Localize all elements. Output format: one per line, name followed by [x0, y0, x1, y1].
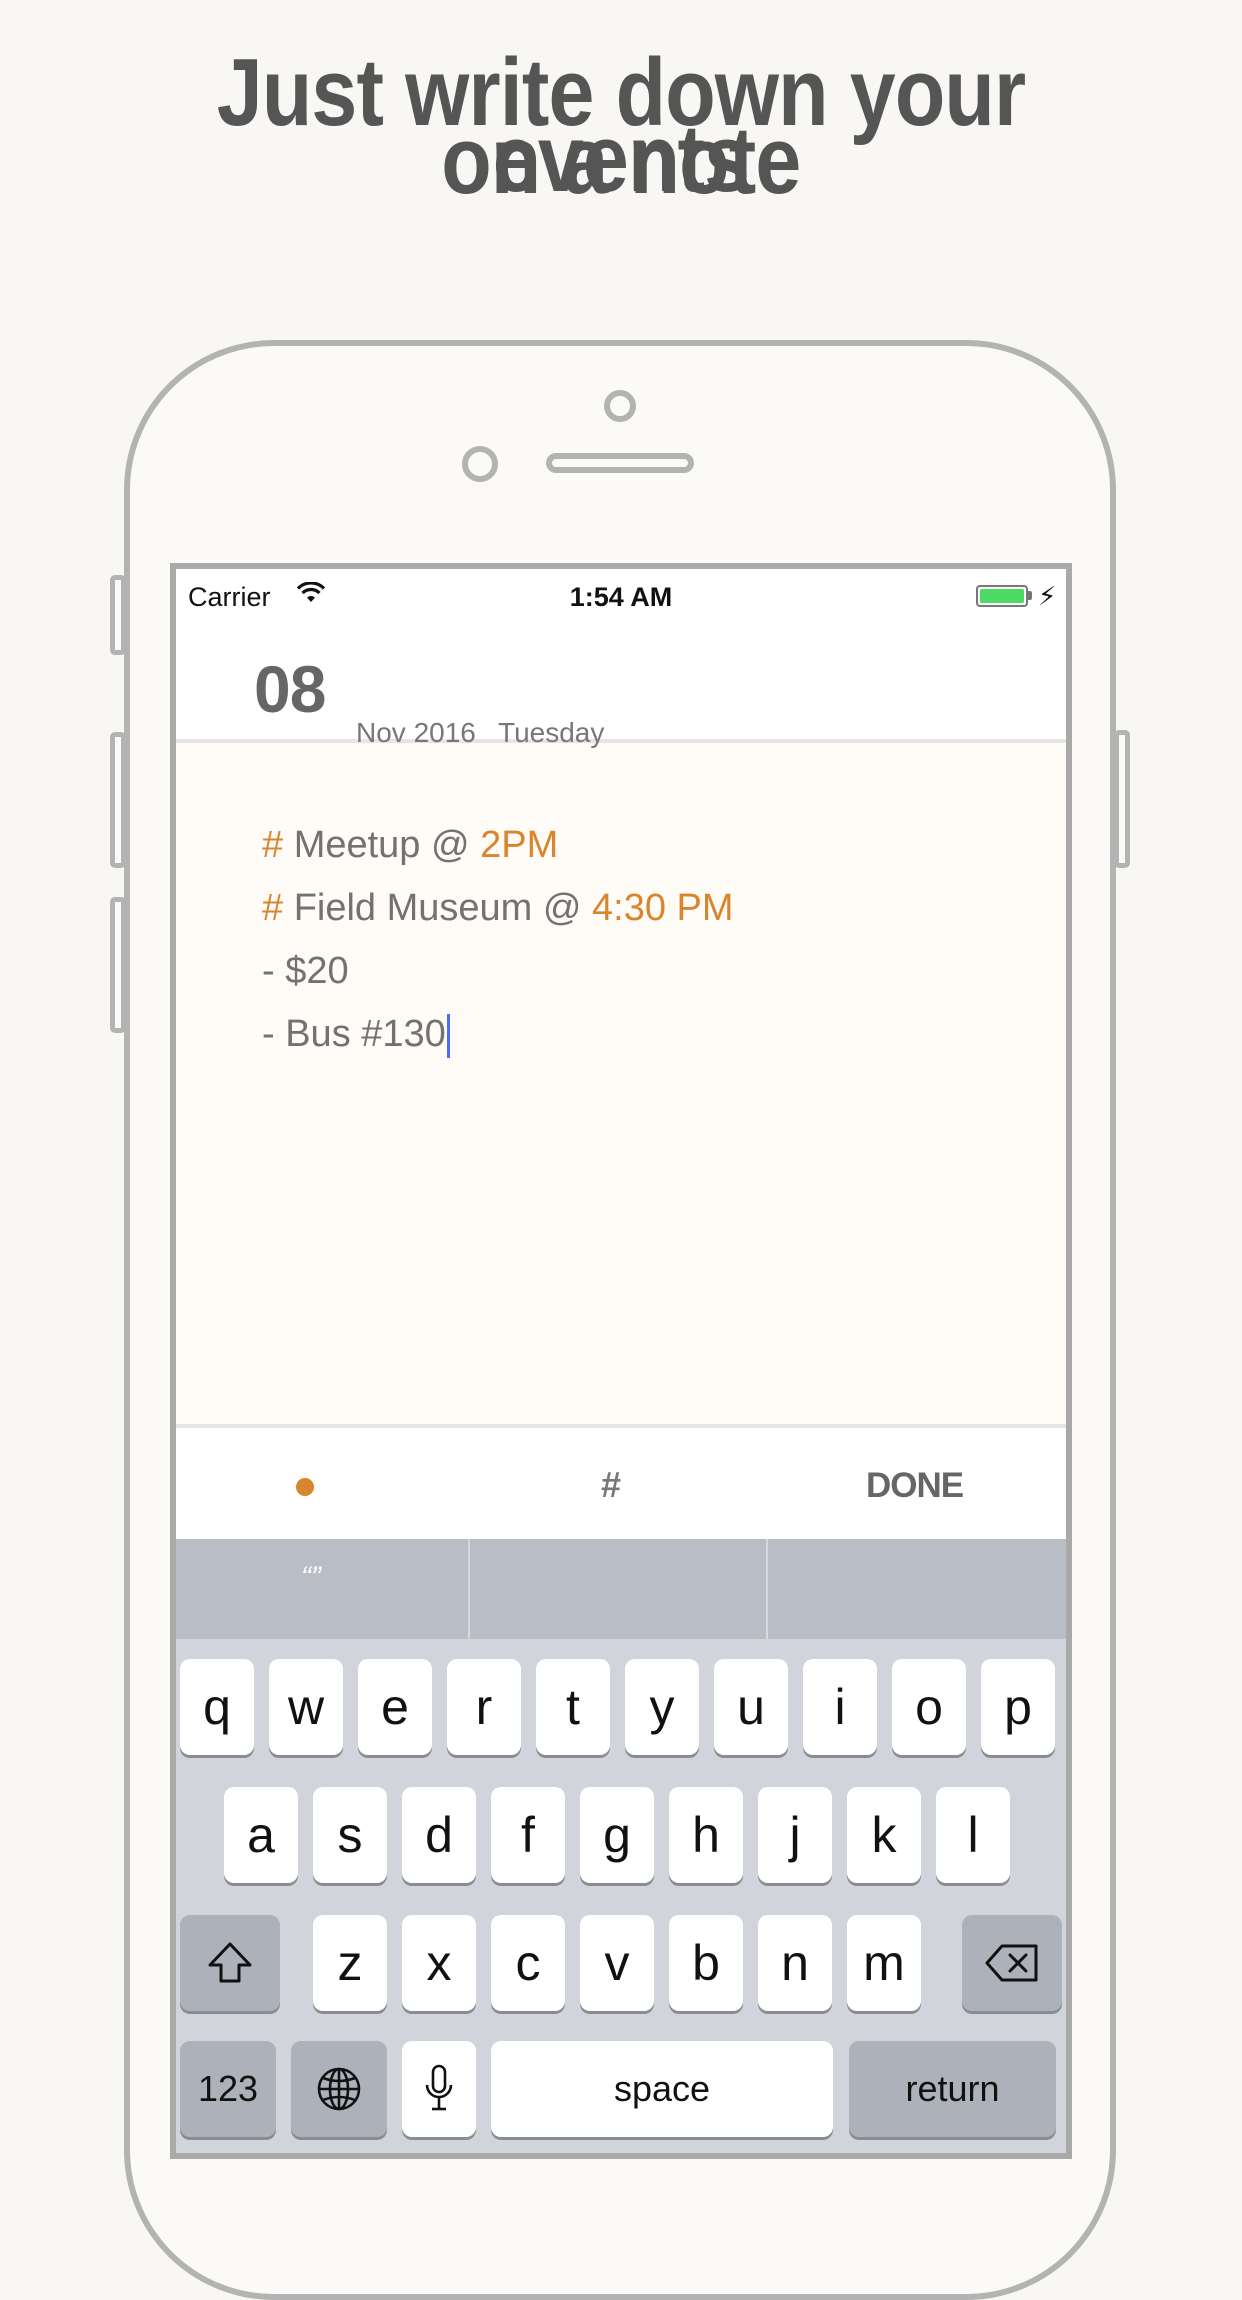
key-r[interactable]: r [447, 1659, 521, 1755]
earpiece-speaker [546, 453, 694, 473]
key-t[interactable]: t [536, 1659, 610, 1755]
event-title: Meetup @ [283, 824, 481, 866]
key-k[interactable]: k [847, 1787, 921, 1883]
event-hash: # [262, 824, 284, 866]
app-screen: Carrier 1:54 AM ⚡︎ 08 Nov 2016 Tuesday #… [170, 563, 1072, 2159]
status-bar: Carrier 1:54 AM ⚡︎ [176, 569, 1066, 612]
editor-toolbar: # DONE [176, 1424, 1066, 1543]
text-cursor [446, 1013, 450, 1058]
key-j[interactable]: j [758, 1787, 832, 1883]
proximity-sensor [462, 446, 498, 482]
battery-icon [976, 585, 1028, 607]
suggestion-cell-2[interactable] [470, 1539, 766, 1639]
key-n[interactable]: n [758, 1915, 832, 2011]
key-s[interactable]: s [313, 1787, 387, 1883]
date-day: 08 [254, 652, 326, 726]
backspace-icon [985, 1944, 1038, 1982]
key-d[interactable]: d [402, 1787, 476, 1883]
event-time: 4:30 PM [592, 887, 734, 929]
suggestion-bar: “” [176, 1539, 1066, 1639]
numbers-key[interactable]: 123 [180, 2041, 276, 2137]
globe-key[interactable] [291, 2041, 387, 2137]
side-button-power [1114, 730, 1130, 868]
globe-icon [317, 2067, 361, 2111]
front-camera [604, 390, 636, 422]
key-f[interactable]: f [491, 1787, 565, 1883]
hash-button[interactable]: # [601, 1464, 621, 1506]
side-button-mute [110, 575, 126, 655]
key-y[interactable]: y [625, 1659, 699, 1755]
key-x[interactable]: x [402, 1915, 476, 2011]
note-line-2: # Field Museum @ 4:30 PM [262, 877, 734, 940]
key-u[interactable]: u [714, 1659, 788, 1755]
event-title: Field Museum @ [283, 887, 593, 929]
microphone-icon [425, 2064, 453, 2111]
date-weekday: Tuesday [498, 717, 605, 748]
charging-icon: ⚡︎ [1038, 581, 1057, 611]
note-detail: - $20 [262, 950, 349, 992]
return-key[interactable]: return [849, 2041, 1056, 2137]
key-g[interactable]: g [580, 1787, 654, 1883]
key-v[interactable]: v [580, 1915, 654, 2011]
key-e[interactable]: e [358, 1659, 432, 1755]
side-button-volume-up [110, 732, 126, 868]
note-line-3: - $20 [262, 940, 734, 1003]
key-l[interactable]: l [936, 1787, 1010, 1883]
key-i[interactable]: i [803, 1659, 877, 1755]
key-w[interactable]: w [269, 1659, 343, 1755]
note-editor[interactable]: # Meetup @ 2PM # Field Museum @ 4:30 PM … [262, 814, 734, 1066]
side-button-volume-down [110, 897, 126, 1033]
shift-icon [208, 1942, 252, 1983]
key-m[interactable]: m [847, 1915, 921, 2011]
space-key[interactable]: space [491, 2041, 833, 2137]
event-time: 2PM [480, 824, 559, 866]
date-month-year: Nov 2016 [356, 717, 476, 748]
note-detail: - Bus #130 [262, 1013, 446, 1055]
key-o[interactable]: o [892, 1659, 966, 1755]
suggestion-cell-1[interactable]: “” [176, 1539, 468, 1639]
delete-key[interactable] [962, 1915, 1062, 2011]
key-h[interactable]: h [669, 1787, 743, 1883]
keyboard: “” q w e r t y u i o p a s d f g h j k l [176, 1539, 1066, 2153]
suggestion-quotes: “” [301, 1561, 321, 1594]
key-z[interactable]: z [313, 1915, 387, 2011]
suggestion-cell-3[interactable] [768, 1539, 1066, 1639]
event-hash: # [262, 887, 284, 929]
done-button[interactable]: DONE [866, 1466, 964, 1506]
battery-tip [1028, 591, 1032, 600]
headline: Just write down your events on a note [0, 45, 1242, 214]
note-line-1: # Meetup @ 2PM [262, 814, 734, 877]
note-line-4: - Bus #130 [262, 1003, 734, 1066]
dictation-key[interactable] [402, 2041, 476, 2137]
key-q[interactable]: q [180, 1659, 254, 1755]
battery-fill [980, 589, 1024, 603]
headline-text-2: on a note [441, 107, 801, 214]
date-header: 08 Nov 2016 Tuesday [176, 609, 1066, 748]
key-a[interactable]: a [224, 1787, 298, 1883]
key-p[interactable]: p [981, 1659, 1055, 1755]
key-b[interactable]: b [669, 1915, 743, 2011]
shift-key[interactable] [180, 1915, 280, 2011]
bullet-dot-button[interactable] [296, 1478, 314, 1496]
key-c[interactable]: c [491, 1915, 565, 2011]
